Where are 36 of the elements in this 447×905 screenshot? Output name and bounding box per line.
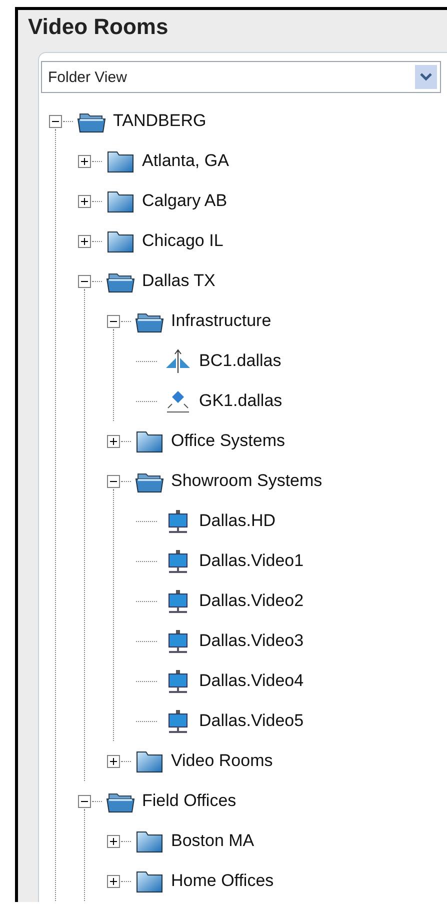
collapse-icon[interactable] (78, 794, 91, 808)
collapse-icon[interactable] (78, 274, 91, 288)
expand-icon[interactable] (107, 874, 120, 888)
expand-icon[interactable] (78, 234, 91, 248)
tree-item-label[interactable]: Showroom Systems (171, 471, 322, 491)
tree-item-label[interactable]: Dallas.Video4 (199, 671, 304, 691)
tree-item-label[interactable]: Dallas TX (142, 271, 216, 291)
tree-item-label[interactable]: Field Offices (142, 791, 236, 811)
tree-item-label[interactable]: Dallas.Video1 (199, 551, 304, 571)
expand-icon[interactable] (107, 834, 120, 848)
view-dropdown[interactable]: Folder View (41, 61, 441, 93)
tree-item-label[interactable]: TANDBERG (113, 111, 206, 131)
tree-item-label[interactable]: GK1.dallas (199, 391, 282, 411)
collapse-icon[interactable] (107, 314, 120, 328)
tree-item-label[interactable]: Calgary AB (142, 191, 228, 211)
tree-item-label[interactable]: Infrastructure (171, 311, 272, 331)
expand-icon[interactable] (78, 194, 91, 208)
tree-item-label[interactable]: Office Systems (171, 431, 285, 451)
tree-item-label[interactable]: Dallas.Video2 (199, 591, 304, 611)
tree-item-label[interactable]: BC1.dallas (199, 351, 282, 371)
tree-item-label[interactable]: Dallas.Video3 (199, 631, 304, 651)
tree-item-label[interactable]: Dallas.Video5 (199, 711, 304, 731)
expand-icon[interactable] (107, 434, 120, 448)
dropdown-value: Folder View (48, 68, 127, 86)
tree-item-label[interactable]: Dallas.HD (199, 511, 276, 531)
chevron-down-icon[interactable] (415, 65, 437, 89)
tree-item-label[interactable]: Boston MA (171, 831, 254, 851)
expand-icon[interactable] (78, 154, 91, 168)
tree-item-label[interactable]: Video Rooms (171, 751, 273, 771)
collapse-icon[interactable] (107, 474, 120, 488)
expand-icon[interactable] (107, 754, 120, 768)
window-title: Video Rooms (27, 13, 170, 41)
collapse-icon[interactable] (49, 114, 62, 128)
tree-item-label[interactable]: Atlanta, GA (142, 151, 229, 171)
tree-item-label[interactable]: Home Offices (171, 871, 274, 891)
tree-item-label[interactable]: Chicago IL (142, 231, 224, 251)
